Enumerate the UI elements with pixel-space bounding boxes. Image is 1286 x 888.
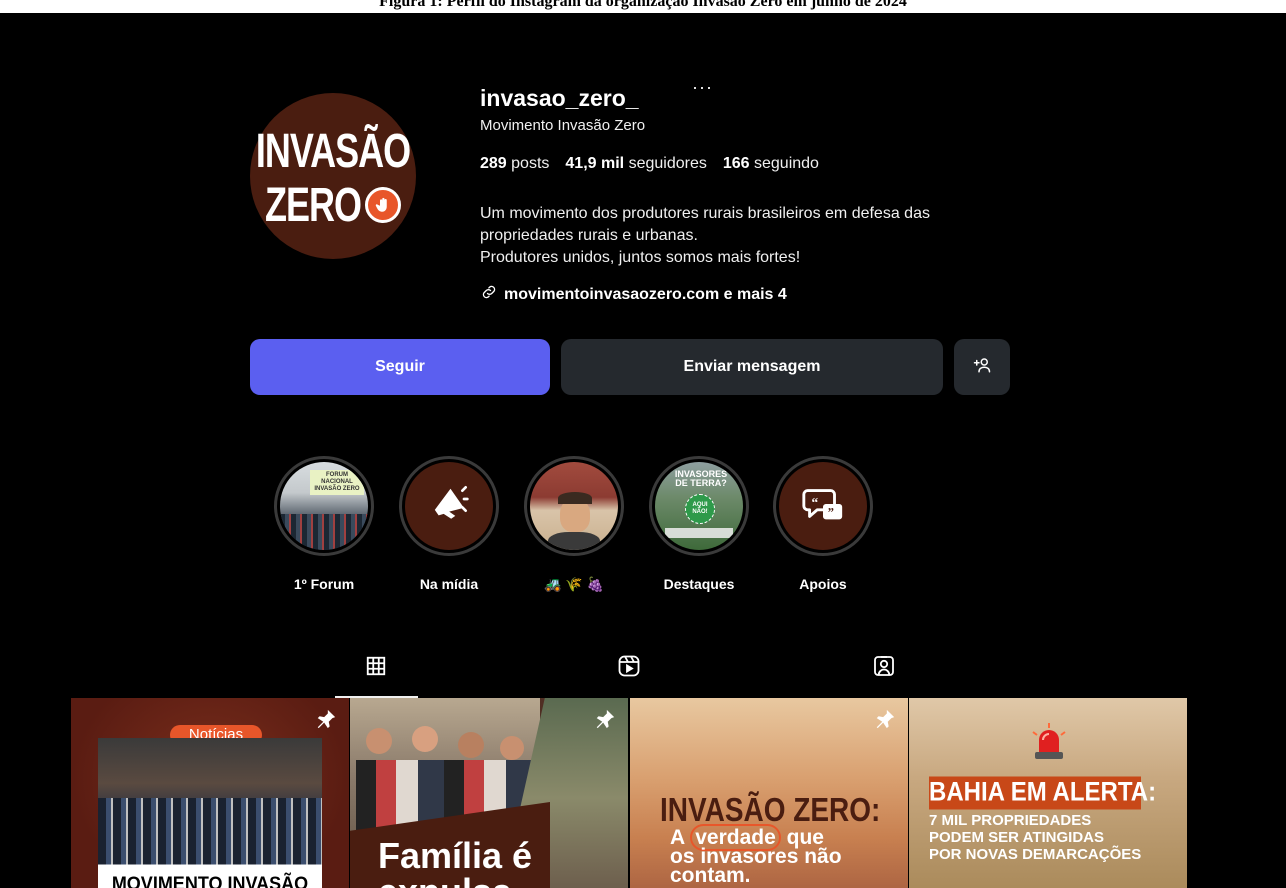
- posts-count: 289: [480, 155, 507, 172]
- audience-graphic: [280, 514, 368, 550]
- profile-stats: 289 posts 41,9 mil seguidores 166 seguin…: [480, 155, 819, 173]
- pin-icon: [874, 708, 896, 735]
- svg-text:”: ”: [828, 505, 834, 519]
- person-head: [500, 736, 524, 760]
- post-4[interactable]: BAHIA EM ALERTA: 7 MIL PROPRIEDADES PODE…: [909, 698, 1187, 888]
- following-count: 166: [722, 155, 750, 172]
- person-head: [458, 732, 484, 758]
- figure-caption: Figura 1: Perfil do Instagram da organiz…: [379, 0, 907, 10]
- highlight-ring: [399, 456, 499, 556]
- highlight-thumb-na-midia: [405, 462, 493, 550]
- megaphone-icon: [429, 484, 469, 529]
- destaques-thumb-strip: [665, 528, 733, 538]
- profile-avatar[interactable]: INVASÃO ZERO: [250, 93, 416, 259]
- add-person-icon: [973, 356, 991, 379]
- send-message-button[interactable]: Enviar mensagem: [561, 339, 943, 395]
- post-headline: INVASÃO ZERO:: [660, 790, 881, 828]
- bio-line: propriedades rurais e urbanas.: [480, 227, 698, 244]
- highlight-ring: FORUM NACIONAL INVASÃO ZERO: [274, 456, 374, 556]
- more-options-button[interactable]: ···: [692, 77, 713, 98]
- post-photo-congress: [98, 738, 322, 868]
- avatar-logo-row: ZERO: [264, 176, 401, 232]
- highlight-apoios[interactable]: “” Apoios: [767, 456, 879, 592]
- tab-reels[interactable]: [609, 653, 649, 683]
- suggest-accounts-button[interactable]: [954, 339, 1010, 395]
- post-subheadline: A verdade que os invasores não contam.: [670, 824, 908, 887]
- crowd-graphic: [98, 798, 322, 868]
- highlight-forum[interactable]: FORUM NACIONAL INVASÃO ZERO 1º Forum: [268, 456, 380, 592]
- highlight-label: 🚜 🌾 🍇: [543, 576, 605, 592]
- post-subheadline-line: PODEM SER ATINGIDAS: [929, 829, 1105, 846]
- reels-icon: [617, 654, 641, 683]
- destaques-thumb-title: INVASORES DE TERRA?: [674, 469, 728, 488]
- person-head: [366, 728, 392, 754]
- svg-text:“: “: [812, 494, 819, 509]
- profile-username: invasao_zero_: [480, 85, 639, 111]
- avatar-logo-text-1: INVASÃO: [255, 122, 411, 178]
- followers-label: seguidores: [628, 155, 707, 172]
- highlight-na-midia[interactable]: Na mídia: [393, 456, 505, 592]
- posts-label: posts: [511, 155, 550, 172]
- highlight-ring: [524, 456, 624, 556]
- following-label: seguindo: [754, 155, 819, 172]
- post-subheadline-line: contam.: [670, 864, 751, 887]
- post-subheadline: 7 MIL PROPRIEDADES PODEM SER ATINGIDAS P…: [929, 812, 1169, 863]
- bio-line: Produtores unidos, juntos somos mais for…: [480, 249, 801, 266]
- highlight-label: Destaques: [663, 576, 735, 592]
- post-subheadline-line: POR NOVAS DEMARCAÇÕES: [929, 846, 1142, 863]
- person-hair: [558, 492, 592, 504]
- tagged-icon: [872, 654, 896, 683]
- post-subheadline-line: 7 MIL PROPRIEDADES: [929, 812, 1092, 829]
- instagram-profile-screen: INVASÃO ZERO invasao_zero_ ··· Movimento…: [0, 13, 1286, 888]
- person-head: [412, 726, 438, 752]
- siren-icon: [1031, 722, 1067, 767]
- post-1[interactable]: Notícias MOVIMENTO INVASÃO ZERO: [71, 698, 349, 888]
- post-2[interactable]: Família é expulsa: [350, 698, 628, 888]
- profile-fullname: Movimento Invasão Zero: [480, 117, 646, 134]
- tab-tagged[interactable]: [864, 653, 904, 683]
- highlight-ring: “”: [773, 456, 873, 556]
- destaques-thumb-badge: AQUI NÃO!: [685, 494, 715, 524]
- post-headline: MOVIMENTO INVASÃO ZERO: [98, 864, 322, 888]
- highlight-thumb-apoios: “”: [779, 462, 867, 550]
- highlight-ring: INVASORES DE TERRA? AQUI NÃO!: [649, 456, 749, 556]
- stop-hand-icon: [365, 187, 401, 223]
- pin-icon: [594, 708, 616, 735]
- followers-count: 41,9 mil: [565, 155, 625, 172]
- person-shirt: [548, 532, 600, 550]
- highlight-destaques[interactable]: INVASORES DE TERRA? AQUI NÃO! Destaques: [643, 456, 755, 592]
- highlight-label: Na mídia: [419, 576, 479, 592]
- highlight-label: 1º Forum: [293, 576, 355, 592]
- post-3[interactable]: INVASÃO ZERO: A verdade que os invasores…: [630, 698, 908, 888]
- bio-line: Um movimento dos produtores rurais brasi…: [480, 205, 930, 222]
- tab-posts[interactable]: [356, 653, 396, 683]
- follow-button[interactable]: Seguir: [250, 339, 550, 395]
- highlight-thumb-destaques: INVASORES DE TERRA? AQUI NÃO!: [655, 462, 743, 550]
- link-icon: [480, 283, 498, 306]
- highlight-label: Apoios: [799, 576, 847, 592]
- followers-stat[interactable]: 41,9 mil seguidores: [565, 155, 706, 173]
- posts-stat: 289 posts: [480, 155, 549, 173]
- post-headline: Família é expulsa: [378, 835, 533, 888]
- avatar-logo-text-2: ZERO: [264, 176, 362, 232]
- highlight-thumb-person: [530, 462, 618, 550]
- quote-chat-icon: “”: [800, 481, 846, 532]
- grid-icon: [365, 655, 387, 682]
- following-stat[interactable]: 166 seguindo: [723, 155, 819, 173]
- profile-bio: Um movimento dos produtores rurais brasi…: [480, 203, 930, 269]
- forum-thumb-text: FORUM NACIONAL INVASÃO ZERO: [310, 470, 364, 495]
- highlight-agro[interactable]: 🚜 🌾 🍇: [518, 456, 630, 593]
- post-headline: BAHIA EM ALERTA:: [929, 776, 1156, 810]
- highlight-thumb-forum: FORUM NACIONAL INVASÃO ZERO: [280, 462, 368, 550]
- link-text: movimentoinvasaozero.com e mais 4: [504, 285, 787, 303]
- pin-icon: [315, 708, 337, 735]
- profile-link[interactable]: movimentoinvasaozero.com e mais 4: [480, 283, 787, 306]
